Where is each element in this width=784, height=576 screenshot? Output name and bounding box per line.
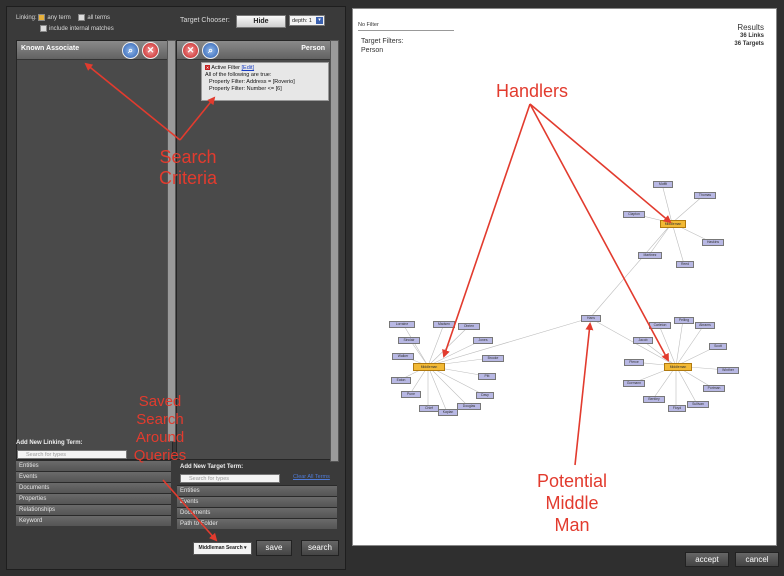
annotation-saved-search: Saved Search Around Queries xyxy=(133,393,187,464)
annotation-potential-middle-man: Potential Middle Man xyxy=(536,471,608,535)
annotation-handlers: Handlers xyxy=(495,81,569,101)
annotation-search-criteria: Search Criteria xyxy=(158,147,217,188)
annotation-arrows xyxy=(84,62,672,542)
